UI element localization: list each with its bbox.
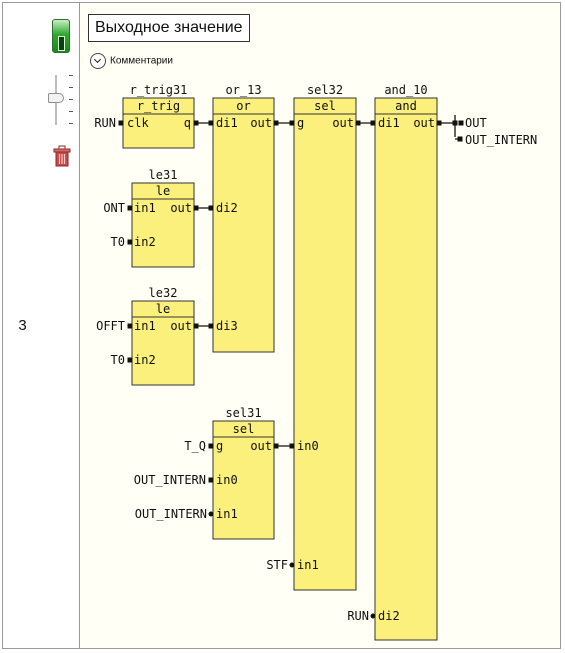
signal-label: STF: [266, 558, 288, 572]
instance-name: and_10: [384, 83, 427, 97]
pin-label: di1: [216, 116, 238, 130]
slider-tick: [69, 123, 73, 124]
block-or_13[interactable]: [212, 97, 275, 353]
pin-label: in1: [216, 507, 238, 521]
pin-label: di2: [378, 609, 400, 623]
pin-label: g: [297, 116, 304, 130]
pin-label: clk: [127, 116, 149, 130]
toggle-knob: [58, 36, 65, 51]
block-type: r_trig: [137, 99, 180, 113]
row-number: 3: [18, 317, 27, 334]
pin-label: in1: [297, 558, 319, 572]
signal-label: ONT: [103, 201, 125, 215]
block-type: and: [395, 99, 417, 113]
instance-name: or_13: [225, 83, 261, 97]
pin-label: in0: [297, 439, 319, 453]
pin-label: out: [250, 439, 272, 453]
pin-label: q: [184, 116, 191, 130]
slider-tick: [69, 87, 73, 88]
pin-label: in0: [216, 473, 238, 487]
block-type: or: [236, 99, 250, 113]
instance-name: r_trig31: [130, 83, 188, 97]
pin-label: di3: [216, 319, 238, 333]
block-type: le: [156, 302, 170, 316]
block-sel32[interactable]: [293, 97, 357, 591]
toggle-switch-icon[interactable]: [52, 19, 70, 53]
output-label: OUT_INTERN: [465, 133, 537, 147]
signal-label: OFFT: [96, 319, 125, 333]
row-frame: 3 Выходное значение Комментарии r_trig31…: [2, 2, 561, 649]
signal-label: T0: [111, 353, 125, 367]
pin-label: out: [170, 319, 192, 333]
block-type: sel: [233, 422, 255, 436]
block-and_10[interactable]: [374, 97, 438, 641]
tools-column: [42, 3, 80, 648]
signal-label: T0: [111, 235, 125, 249]
instance-name: le31: [149, 168, 178, 182]
pin-label: g: [216, 439, 223, 453]
pin-label: in2: [134, 353, 156, 367]
pin-label: di1: [378, 116, 400, 130]
pin-label: di2: [216, 201, 238, 215]
pin-label: out: [332, 116, 354, 130]
signal-label: T_Q: [184, 439, 206, 453]
diagram-canvas: Выходное значение Комментарии r_trig31 r…: [80, 3, 560, 648]
signal-label: OUT_INTERN: [135, 507, 207, 521]
slider-tick: [69, 99, 73, 100]
signal-label: RUN: [94, 116, 116, 130]
output-label: OUT: [465, 116, 487, 130]
signal-label: RUN: [347, 609, 369, 623]
trash-icon[interactable]: [53, 145, 71, 167]
row-number-column: 3: [3, 3, 43, 648]
pin-label: in2: [134, 235, 156, 249]
pin-label: out: [250, 116, 272, 130]
slider-tick: [69, 111, 73, 112]
block-type: sel: [314, 99, 336, 113]
slider-tick: [69, 75, 73, 76]
signal-label: OUT_INTERN: [134, 473, 206, 487]
instance-name: le32: [149, 286, 178, 300]
pin-label: out: [413, 116, 435, 130]
fbd-diagram: r_trig31 r_trig le31 le le32 le or_13 or…: [94, 83, 537, 641]
zoom-slider-thumb[interactable]: [48, 93, 64, 103]
pin-label: out: [170, 201, 192, 215]
pin-label: in1: [134, 319, 156, 333]
instance-name: sel31: [225, 406, 261, 420]
instance-name: sel32: [307, 83, 343, 97]
pin-label: in1: [134, 201, 156, 215]
block-type: le: [156, 184, 170, 198]
